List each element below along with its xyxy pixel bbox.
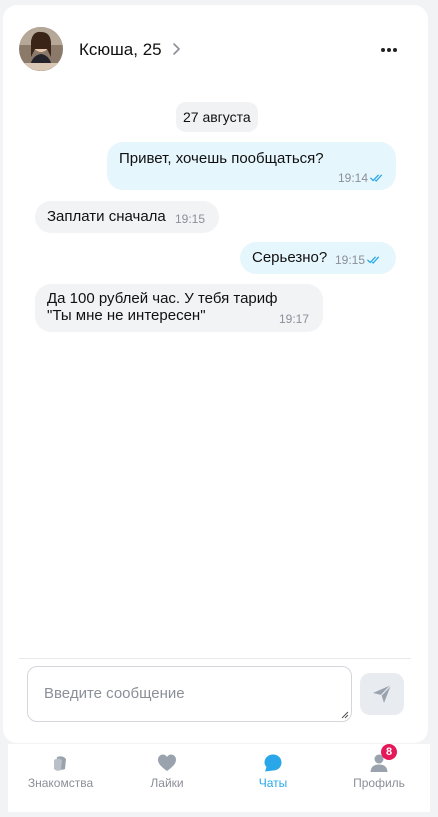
message-meta: 19:15	[175, 210, 205, 227]
message-meta: 19:17	[279, 310, 309, 327]
tab-likes[interactable]: Лайки	[126, 744, 208, 812]
chevron-right-icon[interactable]	[169, 42, 183, 56]
read-checkmarks-icon	[370, 174, 383, 182]
avatar[interactable]	[19, 27, 63, 71]
message-time: 19:17	[279, 312, 310, 326]
chat-window: Ксюша, 25 27 августа Привет, хочешь пооб…	[3, 5, 428, 743]
message-input[interactable]	[28, 667, 351, 721]
tab-label: Знакомства	[27, 776, 94, 790]
notification-badge: 8	[381, 744, 397, 760]
chat-icon	[264, 754, 282, 772]
message-bubble-incoming[interactable]: Заплати сначала 19:15	[35, 201, 219, 233]
message-time: 19:15	[175, 212, 206, 226]
message-text: Заплати сначала	[47, 208, 166, 225]
composer-divider	[19, 658, 411, 659]
message-meta: 19:15	[335, 251, 381, 268]
heart-icon	[158, 754, 176, 771]
message-text: Да 100 рублей час. У тебя тариф "Ты мне …	[47, 290, 278, 324]
message-text: Привет, хочешь пообщаться?	[119, 150, 324, 167]
tab-label: Чаты	[258, 776, 288, 790]
tab-label: Профиль	[353, 776, 405, 790]
contact-name[interactable]: Ксюша, 25	[79, 40, 162, 60]
send-icon	[373, 684, 392, 703]
tab-dating[interactable]: Знакомства	[18, 744, 103, 812]
date-separator: 27 августа	[176, 102, 258, 132]
resize-grip-icon[interactable]	[341, 711, 349, 719]
bottom-tab-bar: Знакомства Лайки Чаты 8 Профиль	[8, 744, 430, 812]
tab-label: Лайки	[150, 776, 184, 790]
more-options-icon[interactable]	[381, 47, 397, 53]
tab-profile[interactable]: 8 Профиль	[339, 744, 419, 812]
dating-icon	[53, 756, 66, 771]
message-meta: 19:14	[338, 169, 384, 186]
message-bubble-outgoing[interactable]: Привет, хочешь пообщаться? 19:14	[107, 142, 396, 190]
message-time: 19:14	[337, 171, 368, 185]
message-text: Серьезно?	[252, 249, 328, 266]
message-bubble-outgoing[interactable]: Серьезно? 19:15	[240, 242, 396, 274]
tab-chats[interactable]: Чаты	[238, 744, 308, 812]
message-bubble-incoming[interactable]: Да 100 рублей час. У тебя тариф "Ты мне …	[35, 284, 323, 332]
message-time: 19:15	[335, 253, 366, 267]
read-checkmarks-icon	[367, 256, 380, 264]
send-button[interactable]	[360, 673, 404, 715]
avatar-photo	[19, 27, 63, 71]
message-input-box	[27, 666, 352, 722]
chat-header: Ксюша, 25	[3, 5, 428, 93]
